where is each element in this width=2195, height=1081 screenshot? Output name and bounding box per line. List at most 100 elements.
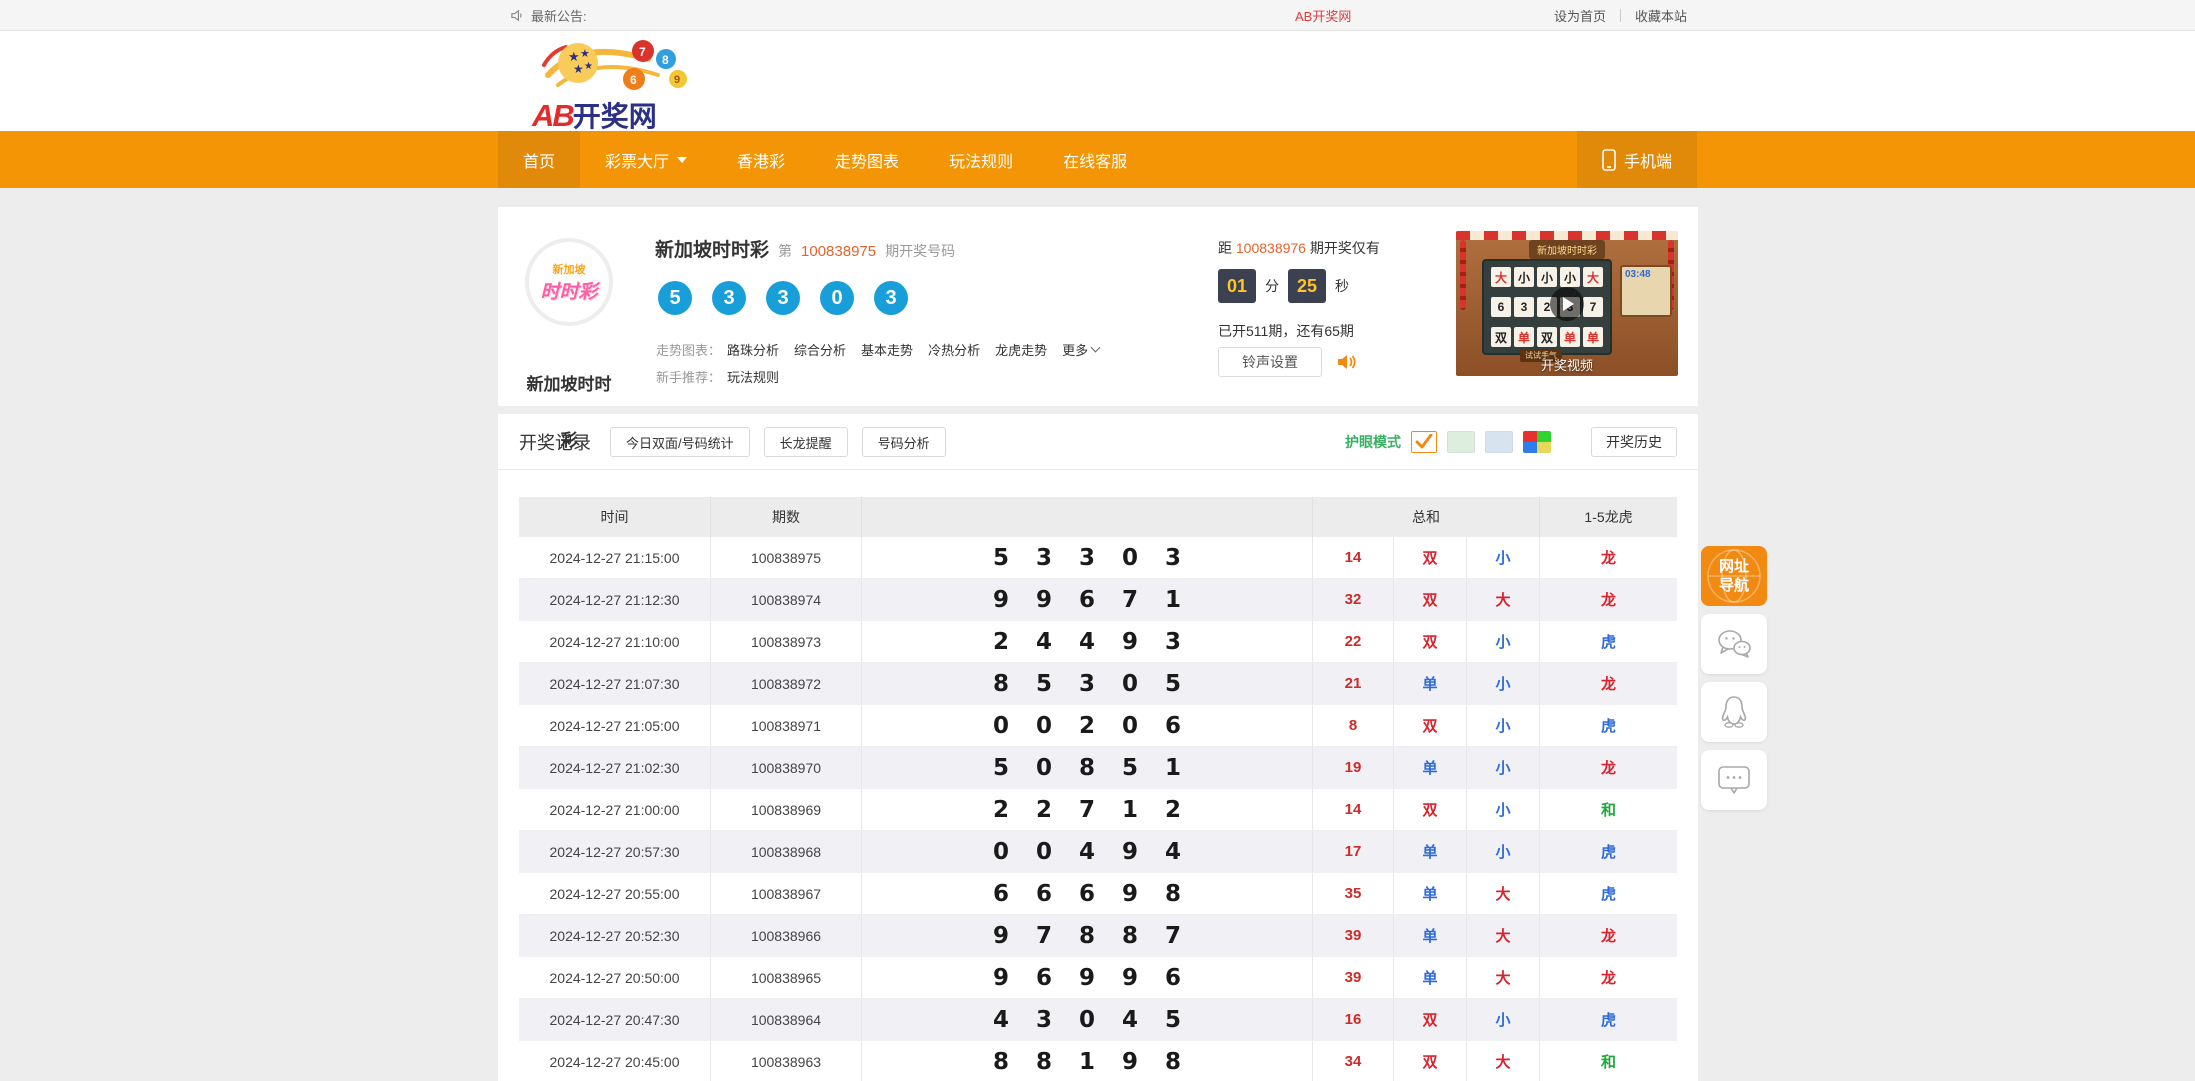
logo-ab: AB: [532, 98, 573, 133]
nav-item-hongkong[interactable]: 香港彩: [712, 131, 810, 188]
row-big-small: 小: [1467, 621, 1540, 662]
nav-item-home[interactable]: 首页: [498, 131, 580, 188]
row-time: 2024-12-27 21:05:00: [519, 705, 711, 746]
phone-icon: [1602, 149, 1616, 171]
svg-text:7: 7: [639, 45, 646, 59]
theme-blue-swatch[interactable]: [1485, 431, 1513, 453]
row-numbers: 66698: [862, 873, 1313, 914]
nav-item-trend-charts[interactable]: 走势图表: [810, 131, 924, 188]
bookmark-link[interactable]: 收藏本站: [1621, 6, 1701, 25]
number-analysis-button[interactable]: 号码分析: [862, 427, 946, 457]
row-sum: 8: [1313, 705, 1394, 746]
current-draw-panel: 新加坡 时时彩 新加坡时时彩 新加坡时时彩 第 100838975 期开奖号码 …: [498, 207, 1698, 406]
countdown-seconds: 25: [1288, 269, 1326, 303]
row-odd-even: 单: [1394, 747, 1467, 788]
row-sum: 19: [1313, 747, 1394, 788]
seconds-unit: 秒: [1335, 276, 1349, 296]
number-ball: 0: [820, 281, 854, 315]
nav-item-rules[interactable]: 玩法规则: [924, 131, 1038, 188]
sound-on-icon[interactable]: [1336, 352, 1358, 372]
table-row: 2024-12-27 20:52:30 100838966 97887 39 单…: [519, 915, 1677, 957]
row-time: 2024-12-27 21:12:30: [519, 579, 711, 620]
row-odd-even: 双: [1394, 621, 1467, 662]
row-odd-even: 单: [1394, 663, 1467, 704]
video-info-note: 03:48: [1620, 265, 1672, 317]
row-odd-even: 单: [1394, 873, 1467, 914]
svg-text:★: ★: [573, 62, 584, 76]
row-time: 2024-12-27 21:15:00: [519, 537, 711, 578]
eye-mode-checkbox[interactable]: [1411, 431, 1437, 453]
row-numbers: 24493: [862, 621, 1313, 662]
ring-settings-button[interactable]: 铃声设置: [1218, 347, 1322, 377]
header-numbers: [862, 497, 1313, 537]
row-big-small: 大: [1467, 957, 1540, 998]
theme-green-swatch[interactable]: [1447, 431, 1475, 453]
svg-text:9: 9: [674, 74, 680, 86]
mobile-version-button[interactable]: 手机端: [1577, 131, 1697, 188]
row-issue: 100838963: [711, 1041, 862, 1081]
row-odd-even: 双: [1394, 1041, 1467, 1081]
announcement: 最新公告:: [510, 0, 587, 31]
row-time: 2024-12-27 21:07:30: [519, 663, 711, 704]
table-row: 2024-12-27 20:45:00 100838963 88198 34 双…: [519, 1041, 1677, 1081]
row-odd-even: 单: [1394, 831, 1467, 872]
link-dragon-tiger-trend[interactable]: 龙虎走势: [995, 340, 1047, 359]
row-big-small: 小: [1467, 537, 1540, 578]
wechat-widget[interactable]: [1701, 614, 1767, 674]
row-numbers: 43045: [862, 999, 1313, 1040]
theme-color-swatch[interactable]: [1523, 431, 1551, 453]
streak-alert-button[interactable]: 长龙提醒: [764, 427, 848, 457]
play-icon[interactable]: [1550, 287, 1584, 321]
row-numbers: 00494: [862, 831, 1313, 872]
site-logo[interactable]: ★ ★ ★ ★ 7 8 6 9 AB开奖网: [530, 35, 700, 130]
site-header: ★ ★ ★ ★ 7 8 6 9 AB开奖网: [0, 31, 2195, 131]
logo-text: AB开奖网: [532, 95, 657, 135]
eye-mode-label: 护眼模式: [1345, 432, 1401, 452]
nav-item-service[interactable]: 在线客服: [1038, 131, 1152, 188]
row-issue: 100838967: [711, 873, 862, 914]
site-link[interactable]: AB开奖网: [1295, 0, 1351, 31]
chat-widget[interactable]: [1701, 750, 1767, 810]
link-play-rules[interactable]: 玩法规则: [727, 367, 779, 386]
link-basic-trend[interactable]: 基本走势: [861, 340, 913, 359]
row-numbers: 99671: [862, 579, 1313, 620]
link-luzhu-analysis[interactable]: 路珠分析: [727, 340, 779, 359]
main-nav: 首页 彩票大厅 香港彩 走势图表 玩法规则 在线客服 手机端: [0, 131, 2195, 188]
number-ball: 3: [874, 281, 908, 315]
qq-widget[interactable]: [1701, 682, 1767, 742]
row-sum: 17: [1313, 831, 1394, 872]
svg-text:6: 6: [630, 73, 637, 87]
row-issue: 100838972: [711, 663, 862, 704]
set-home-link[interactable]: 设为首页: [1540, 6, 1620, 25]
draw-video-thumbnail[interactable]: 新加坡时时彩 大 小 小 小 大 6 3 2 3 7 双 单 双 单 单: [1456, 231, 1678, 376]
eye-mode-cluster: 护眼模式 开奖历史: [1345, 427, 1677, 457]
row-dragon-tiger: 龙: [1540, 579, 1677, 620]
table-row: 2024-12-27 21:02:30 100838970 50851 19 单…: [519, 747, 1677, 789]
today-stats-button[interactable]: 今日双面/号码统计: [610, 427, 750, 457]
site-navigation-widget[interactable]: 网址 导航: [1701, 546, 1767, 606]
announcement-label: 最新公告:: [531, 6, 587, 25]
row-big-small: 小: [1467, 789, 1540, 830]
row-dragon-tiger: 和: [1540, 1041, 1677, 1081]
link-comprehensive-analysis[interactable]: 综合分析: [794, 340, 846, 359]
row-issue: 100838975: [711, 537, 862, 578]
more-link[interactable]: 更多: [1062, 340, 1099, 359]
lantern-decoration: [1460, 240, 1466, 310]
trend-label: 走势图表：: [656, 340, 721, 359]
draw-history-button[interactable]: 开奖历史: [1591, 427, 1677, 457]
table-row: 2024-12-27 21:15:00 100838975 53303 14 双…: [519, 537, 1677, 579]
row-dragon-tiger: 虎: [1540, 999, 1677, 1040]
row-issue: 100838974: [711, 579, 862, 620]
speaker-icon: [510, 8, 525, 23]
table-row: 2024-12-27 21:07:30 100838972 85305 21 单…: [519, 663, 1677, 705]
check-icon: [1415, 434, 1433, 450]
row-big-small: 小: [1467, 747, 1540, 788]
newbie-label: 新手推荐：: [656, 367, 721, 386]
link-hot-cold-analysis[interactable]: 冷热分析: [928, 340, 980, 359]
nav-item-lottery-hall[interactable]: 彩票大厅: [580, 131, 712, 188]
next-issue-number: 100838976: [1236, 240, 1306, 256]
top-bar: 最新公告: AB开奖网 设为首页 收藏本站: [0, 0, 2195, 31]
countdown-timer: 01 分 25 秒: [1218, 269, 1349, 303]
row-numbers: 53303: [862, 537, 1313, 578]
issue-suffix: 期开奖号码: [885, 241, 955, 261]
